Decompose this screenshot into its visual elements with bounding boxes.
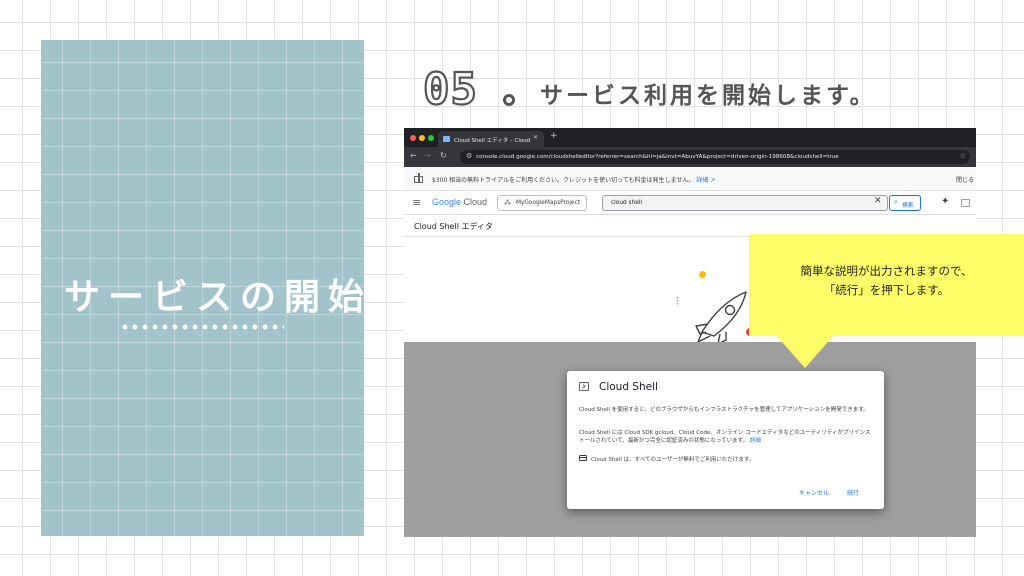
search-button[interactable]: ⌕ 検索 (889, 195, 921, 211)
forward-arrow-icon[interactable]: → (424, 151, 431, 160)
external-link-icon: ↗ (710, 177, 716, 184)
callout-text: 簡単な説明が出力されますので、 「続行」を押下します。 (749, 262, 1024, 300)
dialog-utilities-body: Cloud Shell には Cloud SDK gcloud、Cloud Co… (579, 430, 871, 444)
tab-close-icon[interactable]: ✕ (533, 134, 538, 141)
dialog-details-link[interactable]: 詳細 (750, 438, 761, 444)
project-picker[interactable]: ⁂ MyGoogleMapsProject (497, 195, 587, 211)
search-icon: ⌕ (894, 198, 898, 206)
illustration-dots (676, 296, 679, 306)
bookmark-star-icon[interactable]: ☆ (960, 152, 966, 160)
cloud-shell-favicon-icon (443, 136, 450, 142)
new-tab-icon[interactable]: + (550, 131, 558, 141)
console-header: ≡ Google Cloud ⁂ MyGoogleMapsProject clo… (404, 191, 976, 215)
dialog-title: Cloud Shell (599, 381, 658, 393)
logo-cloud: Cloud (463, 197, 488, 207)
trial-details-link[interactable]: 詳細 (696, 177, 708, 184)
callout-line-2: 「続行」を押下します。 (823, 283, 950, 297)
dialog-free-notice: Cloud Shell は、すべてのユーザーが無料でご利用いただけます。 (591, 457, 755, 463)
continue-button[interactable]: 続行 (847, 488, 859, 497)
cloud-shell-terminal-icon[interactable] (961, 199, 970, 207)
cancel-button[interactable]: キャンセル (799, 488, 829, 497)
address-url: console.cloud.google.com/cloudshelledito… (476, 154, 839, 160)
trial-banner-text: $300 相当の無料トライアルをご利用ください。クレジットを使い切っても料金は発… (432, 177, 695, 184)
close-window-icon[interactable] (410, 135, 416, 141)
search-input[interactable]: cloud shell (602, 195, 888, 211)
step-number-dot (503, 94, 515, 106)
gift-icon (414, 173, 423, 183)
trial-banner: $300 相当の無料トライアルをご利用ください。クレジットを使い切っても料金は発… (404, 167, 976, 191)
browser-tabbar: Cloud Shell エディタ – Cloud ✕ + (404, 128, 976, 147)
minimize-window-icon[interactable] (419, 135, 425, 141)
dialog-utilities-text: Cloud Shell には Cloud SDK gcloud、Cloud Co… (579, 429, 875, 445)
reload-icon[interactable]: ↻ (440, 151, 447, 160)
maximize-window-icon[interactable] (428, 135, 434, 141)
illustration-dot (699, 271, 706, 278)
page-title: Cloud Shell エディタ (414, 222, 493, 231)
dialog-description: Cloud Shell を使用すると、どのブラウザからもインフラストラクチャを管… (579, 407, 869, 413)
section-dots-divider (120, 322, 284, 332)
cloud-shell-terminal-icon (579, 382, 589, 391)
step-number: 05 (422, 63, 478, 116)
project-icon: ⁂ (504, 199, 511, 207)
step-heading: サービス利用を開始します。 (540, 83, 876, 109)
tab-title: Cloud Shell エディタ – Cloud (454, 138, 531, 144)
browser-toolbar: ← → ↻ ⚙ console.cloud.google.com/cloudsh… (404, 147, 976, 167)
search-button-label: 検索 (902, 203, 914, 209)
search-value: cloud shell (611, 200, 643, 206)
site-settings-icon[interactable]: ⚙ (466, 152, 472, 160)
section-title: サービスの開始 (64, 277, 373, 318)
hamburger-menu-icon[interactable]: ≡ (412, 197, 421, 208)
callout-pointer (775, 334, 835, 368)
logo-google: Google (432, 197, 462, 207)
credit-card-icon (579, 455, 587, 461)
browser-tab[interactable]: Cloud Shell エディタ – Cloud ✕ (438, 131, 544, 147)
address-bar[interactable]: ⚙ console.cloud.google.com/cloudshelledi… (460, 150, 970, 164)
cloud-shell-dialog: Cloud Shell Cloud Shell を使用すると、どのブラウザからも… (567, 371, 884, 509)
callout-line-1: 簡単な説明が出力されますので、 (800, 264, 973, 278)
clear-search-icon[interactable]: ✕ (874, 196, 882, 206)
trial-banner-close[interactable]: 閉じる (956, 175, 974, 184)
back-arrow-icon[interactable]: ← (410, 151, 417, 160)
gemini-sparkle-icon[interactable]: ✦ (941, 196, 949, 208)
google-cloud-logo[interactable]: Google Cloud (432, 197, 487, 207)
project-name: MyGoogleMapsProject (516, 200, 580, 206)
